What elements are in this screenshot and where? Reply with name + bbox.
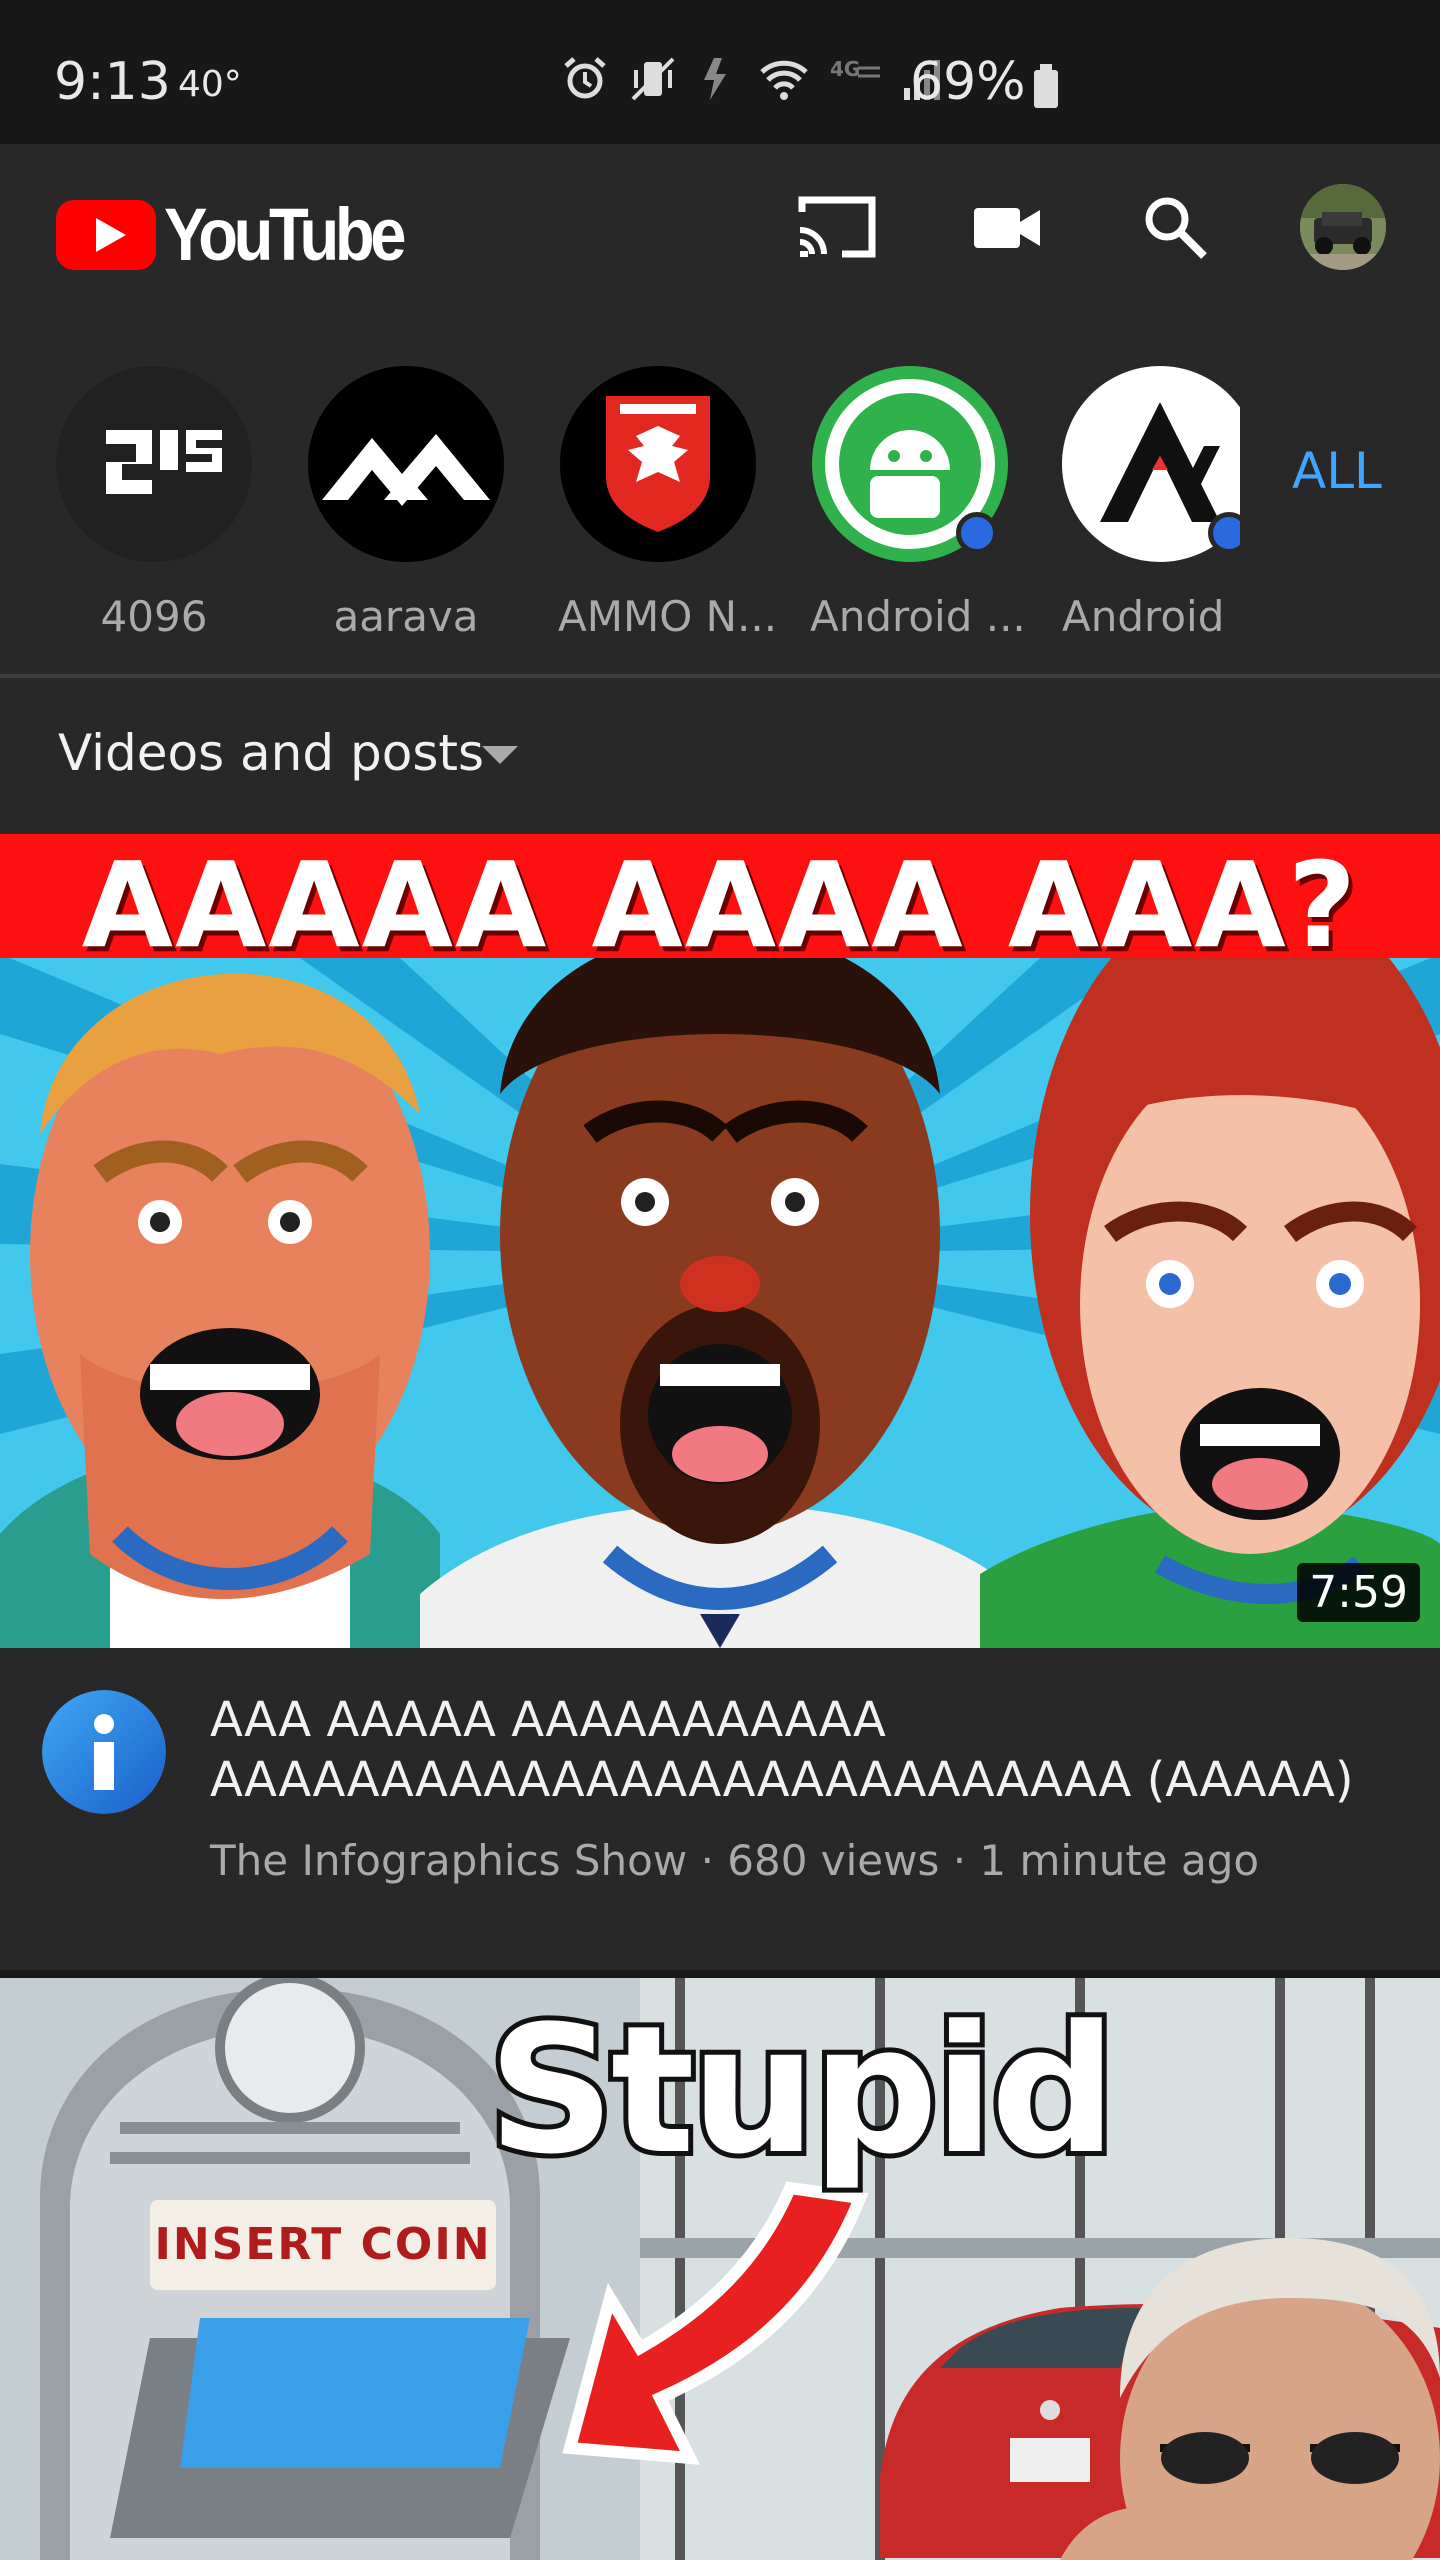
status-icons: 4G [560, 54, 948, 104]
channel-label: AMMO N... [558, 592, 778, 641]
video-title[interactable]: AAA AAAAA AAAAAAAAAAA AAAAAAAAAAAAAAAAAA… [210, 1690, 1420, 1810]
subscriptions-row: 4096 aarava AMMO N... Android ... Androi… [0, 310, 1440, 674]
filter-label: Videos and posts [58, 724, 485, 782]
status-bar: 9:13 40° 4G 69% [0, 0, 1440, 144]
camera-icon[interactable] [972, 192, 1042, 262]
video-thumbnail[interactable]: AAAAA AAAA AAA? 7:59 [0, 834, 1440, 1648]
vibrate-icon [631, 57, 675, 101]
new-content-dot [1208, 512, 1240, 554]
channel-4096-logo [106, 430, 222, 494]
search-icon[interactable] [1140, 192, 1210, 262]
wifi-icon [760, 60, 808, 100]
channel-ammo-logo [606, 396, 710, 532]
channel-4096[interactable]: 4096 [54, 366, 254, 641]
svg-text:4G: 4G [830, 57, 860, 81]
battery-percent: 69% [910, 52, 1026, 112]
channel-aarava[interactable]: aarava [306, 366, 506, 641]
divider [0, 1970, 1440, 1978]
app-bar: YouTube [0, 144, 1440, 310]
data-transfer-icon [704, 58, 726, 100]
status-time: 9:13 [54, 52, 171, 112]
youtube-logo[interactable]: YouTube [56, 192, 435, 277]
avatar-image [1300, 184, 1386, 270]
channel-label: Android ... [810, 592, 1026, 641]
channel-label: Android . [1062, 592, 1240, 641]
video-thumbnail[interactable]: Stupid INSERT COIN [0, 1978, 1440, 2560]
channel-aarava-logo [322, 434, 490, 506]
video-subline: The Infographics Show · 680 views · 1 mi… [210, 1836, 1260, 1885]
channel-avatar [308, 366, 504, 562]
channel-avatar [560, 366, 756, 562]
content-filter[interactable]: Videos and posts [0, 678, 1440, 834]
thumbnail-headline: Stupid [483, 1983, 1121, 2198]
channel-ammo-n[interactable]: AMMO N... [558, 366, 778, 641]
alarm-icon [564, 57, 606, 99]
battery-icon [1034, 64, 1058, 108]
channel-avatar[interactable] [42, 1690, 166, 1814]
insert-coin-sign: INSERT COIN [150, 2200, 496, 2290]
dropdown-caret-icon [482, 746, 518, 764]
channel-avatar [56, 366, 252, 562]
account-avatar[interactable] [1300, 184, 1386, 270]
new-content-dot [956, 512, 998, 554]
youtube-play-icon [56, 199, 156, 270]
channel-label: aarava [333, 592, 479, 641]
status-temperature: 40° [178, 64, 242, 105]
channel-label: 4096 [100, 592, 208, 641]
channel-android-2[interactable]: Android . [1062, 366, 1240, 641]
thumbnail-banner: AAAAA AAAA AAA? [0, 834, 1440, 974]
info-icon [42, 1690, 166, 1814]
video-duration: 7:59 [1297, 1563, 1420, 1622]
youtube-wordmark: YouTube [164, 193, 406, 276]
cast-icon[interactable] [796, 192, 878, 262]
channel-android-1[interactable]: Android ... [810, 366, 1026, 641]
lte-icon: 4G [830, 57, 880, 81]
all-subscriptions-button[interactable]: ALL [1292, 442, 1382, 500]
thumbnail-banner-text: AAAAA AAAA AAA? [81, 836, 1359, 974]
video-details[interactable]: AAA AAAAA AAAAAAAAAAA AAAAAAAAAAAAAAAAAA… [0, 1648, 1440, 1970]
